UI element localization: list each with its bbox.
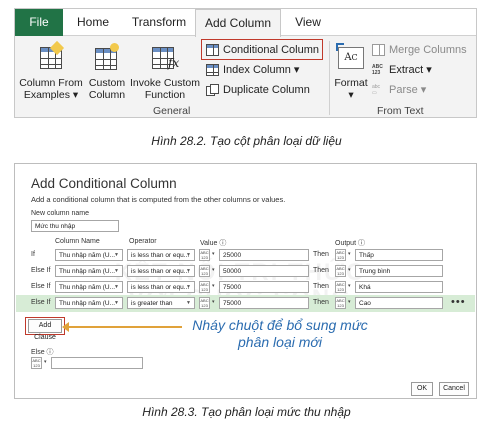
- header-value: Value ⓘ: [200, 240, 227, 247]
- value-type-selector[interactable]: ABC 123 ▾: [199, 281, 215, 293]
- rule-value-input[interactable]: 75000: [219, 297, 309, 309]
- more-options-icon[interactable]: •••: [451, 296, 466, 308]
- rule-then-label: Then: [313, 267, 329, 274]
- rule-operator-select[interactable]: is less than or equ... ▼: [127, 281, 195, 293]
- output-type-selector[interactable]: ABC 123 ▾: [335, 249, 351, 261]
- value-type-selector[interactable]: ABC 123 ▾: [199, 297, 215, 309]
- rule-output-input[interactable]: Thấp: [355, 249, 443, 261]
- rule-column-select[interactable]: Thu nhập năm (U... ▼: [55, 265, 123, 277]
- dialog-title: Add Conditional Column: [31, 176, 177, 191]
- custom-column-button[interactable]: Custom Column: [87, 43, 127, 101]
- rule-then-label: Then: [313, 251, 329, 258]
- ribbon-tabs: File Home Transform Add Column View: [15, 9, 476, 37]
- output-type-selector[interactable]: ABC 123 ▾: [335, 281, 351, 293]
- callout-arrow-line: [66, 326, 182, 328]
- rule-value-input[interactable]: 50000: [219, 265, 309, 277]
- invoke-custom-function-label-1: Invoke Custom: [129, 77, 201, 89]
- rule-clause: Else If: [31, 283, 51, 290]
- tab-home[interactable]: Home: [67, 9, 119, 36]
- extract-icon: ABC 123: [372, 64, 383, 76]
- group-separator: [329, 41, 330, 115]
- caption-figure-28-3: Hình 28.3. Tạo phân loại mức thu nhập: [142, 405, 351, 419]
- index-column-icon: [206, 64, 219, 76]
- parse-icon: abc ▭: [372, 84, 381, 96]
- rule-operator-select[interactable]: is less than or equ... ▼: [127, 249, 195, 261]
- column-from-examples-label-1: Column From: [19, 77, 83, 89]
- invoke-custom-function-button[interactable]: fx Invoke Custom Function: [129, 43, 201, 101]
- duplicate-column-label: Duplicate Column: [223, 84, 310, 96]
- duplicate-column-button[interactable]: Duplicate Column: [205, 81, 310, 99]
- add-clause-button[interactable]: Add Clause: [28, 319, 62, 341]
- new-column-name-input[interactable]: Mức thu nhập: [31, 220, 119, 232]
- rule-column-select[interactable]: Thu nhập năm (U... ▼: [55, 249, 123, 261]
- duplicate-column-icon: [206, 84, 219, 96]
- rule-value-input[interactable]: 25000: [219, 249, 309, 261]
- invoke-function-icon: fx: [150, 43, 180, 73]
- tab-add-column[interactable]: Add Column: [195, 9, 281, 37]
- cancel-button[interactable]: Cancel: [439, 382, 469, 396]
- custom-column-icon: [92, 43, 122, 73]
- callout-line-1: Nháy chuột để bổ sung mức: [192, 317, 368, 333]
- index-column-button[interactable]: Index Column ▾: [205, 61, 299, 79]
- header-operator: Operator: [129, 238, 157, 245]
- rule-output-input[interactable]: Khá: [355, 281, 443, 293]
- output-type-selector[interactable]: ABC 123 ▾: [335, 297, 351, 309]
- column-from-examples-button[interactable]: Column From Examples ▾: [19, 40, 83, 101]
- from-text-group-label: From Text: [377, 105, 424, 117]
- custom-column-label-1: Custom: [88, 77, 126, 89]
- header-output: Output ⓘ: [335, 240, 365, 247]
- rule-output-input[interactable]: Trung bình: [355, 265, 443, 277]
- callout-arrow-icon: [62, 322, 69, 332]
- rule-clause: If: [31, 251, 35, 258]
- general-group-label: General: [153, 105, 191, 117]
- custom-column-label-2: Column: [88, 89, 126, 101]
- output-type-selector[interactable]: ABC 123 ▾: [335, 265, 351, 277]
- header-column-name: Column Name: [55, 238, 100, 245]
- rule-column-select[interactable]: Thu nhập năm (U... ▼: [55, 281, 123, 293]
- extract-label: Extract: [389, 64, 424, 76]
- format-icon: AC: [336, 43, 366, 73]
- rule-clause: Else If: [31, 267, 51, 274]
- caption-figure-28-2: Hình 28.2. Tạo cột phân loại dữ liệu: [151, 134, 342, 148]
- format-dropdown-icon: ▾: [348, 89, 354, 101]
- value-type-selector[interactable]: ABC 123 ▾: [199, 249, 215, 261]
- extract-button[interactable]: ABC 123 Extract ▾: [371, 61, 432, 79]
- tab-view[interactable]: View: [285, 9, 331, 36]
- rule-clause: Else If: [31, 299, 51, 306]
- conditional-column-highlight: [201, 39, 323, 60]
- merge-columns-icon: [372, 44, 385, 56]
- ok-button[interactable]: OK: [411, 382, 433, 396]
- invoke-custom-function-label-2: Function: [144, 89, 186, 101]
- else-label: Else ⓘ: [31, 349, 54, 356]
- rule-output-input[interactable]: Cao: [355, 297, 443, 309]
- add-conditional-column-dialog: KẾT NỐI TRI THỨC VỚI CUỘC SỐNG Add Condi…: [14, 163, 477, 399]
- rule-operator-select[interactable]: is less than or equ... ▼: [127, 265, 195, 277]
- rule-then-label: Then: [313, 299, 329, 306]
- index-column-label: Index Column: [223, 64, 291, 76]
- new-column-name-label: New column name: [31, 210, 89, 217]
- format-button[interactable]: AC Format ▾: [333, 43, 369, 101]
- column-from-examples-label-2: Examples ▾: [23, 89, 79, 101]
- merge-columns-label: Merge Columns: [389, 44, 467, 56]
- tab-transform[interactable]: Transform: [123, 9, 195, 36]
- else-type-selector[interactable]: ABC 123 ▾: [31, 357, 47, 369]
- rule-value-input[interactable]: 75000: [219, 281, 309, 293]
- parse-button[interactable]: abc ▭ Parse ▾: [371, 81, 426, 99]
- rule-then-label: Then: [313, 283, 329, 290]
- rule-operator-select[interactable]: is greater than ▼: [127, 297, 195, 309]
- callout-text: Nháy chuột để bổ sung mức phân loại mới: [180, 317, 380, 351]
- dialog-description: Add a conditional column that is compute…: [31, 195, 286, 204]
- callout-line-2: phân loại mới: [238, 334, 322, 350]
- rule-column-select[interactable]: Thu nhập năm (U... ▼: [55, 297, 123, 309]
- tab-file[interactable]: File: [15, 9, 63, 36]
- parse-label: Parse: [389, 84, 418, 96]
- format-label: Format: [334, 77, 368, 89]
- value-type-selector[interactable]: ABC 123 ▾: [199, 265, 215, 277]
- else-output-input[interactable]: [51, 357, 143, 369]
- merge-columns-button[interactable]: Merge Columns: [371, 41, 467, 59]
- ribbon: File Home Transform Add Column View Colu…: [14, 8, 477, 118]
- column-from-examples-icon: [36, 40, 66, 73]
